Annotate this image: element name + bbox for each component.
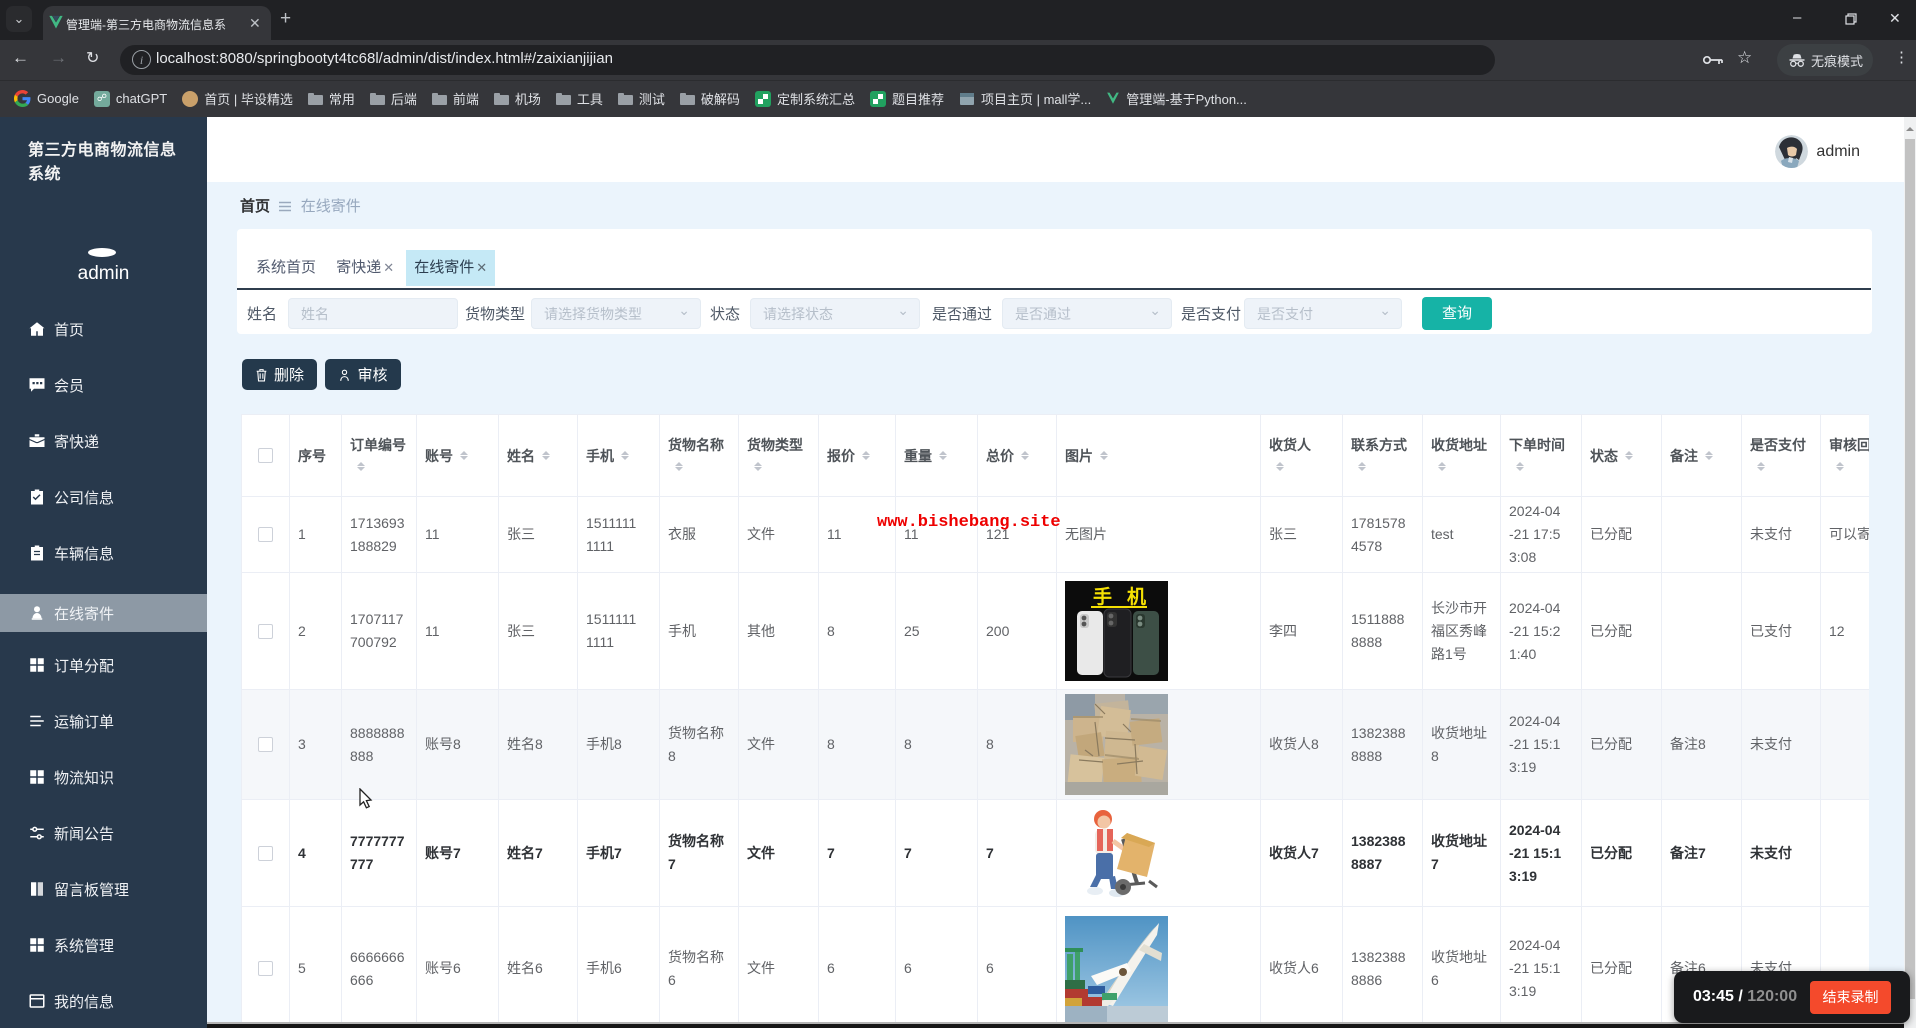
svg-text:手: 手: [1093, 585, 1112, 608]
svg-text:机: 机: [1127, 586, 1146, 608]
